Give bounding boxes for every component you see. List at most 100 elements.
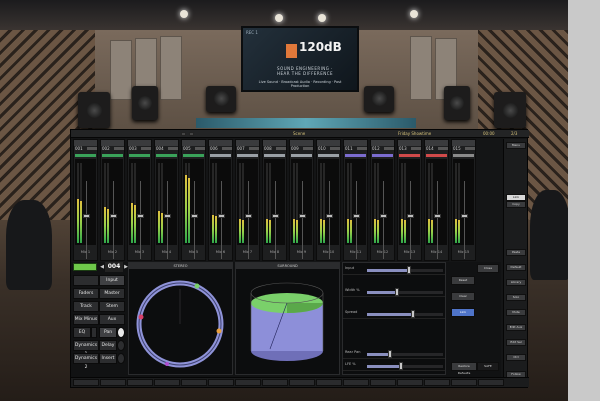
bottom-toolbar-button[interactable] [316,379,342,386]
fader-knob[interactable] [407,214,414,219]
global-button-menu[interactable]: Menu [506,142,526,149]
global-button-mute[interactable]: Mute [506,309,526,316]
tab-eq[interactable]: EQ [73,327,91,338]
fader-knob[interactable] [245,214,252,219]
global-button-copy[interactable]: Copy [506,201,526,208]
fader-knob[interactable] [461,214,468,219]
strip-mute-button[interactable] [335,147,340,150]
global-button-link[interactable]: Link [506,194,526,201]
global-button-edit-sel[interactable]: Edit Sel [506,339,526,346]
channel-strip[interactable]: 004 Mic 4 [154,139,179,261]
fader-knob[interactable] [110,214,117,219]
strip-mute-button[interactable] [119,147,124,150]
tab-dynamics-1[interactable]: Dynamics 1 [73,340,99,357]
channel-strip[interactable]: 013 Mic 13 [397,139,422,261]
channel-strip[interactable]: 008 Mic 8 [262,139,287,261]
fader-knob[interactable] [83,214,90,219]
channel-strip[interactable]: 015 Mic 15 [451,139,476,261]
param-slider-track[interactable] [367,291,443,294]
fader-knob[interactable] [164,214,171,219]
channel-strip[interactable]: 006 Mic 6 [208,139,233,261]
reset-button[interactable]: Reset [451,276,475,285]
tab-mix-minus[interactable]: Mix Minus [73,314,99,325]
tab-input[interactable]: Input [99,275,125,286]
delay-toggle[interactable] [117,340,125,351]
strip-mute-button[interactable] [173,147,178,150]
bottom-toolbar-button[interactable] [451,379,477,386]
pan-point-right[interactable] [216,328,222,334]
clear-button[interactable]: Clear [451,292,475,301]
bottom-toolbar-button[interactable] [235,379,261,386]
strip-mute-button[interactable] [227,147,232,150]
strip-mute-button[interactable] [416,147,421,150]
tab-stem[interactable]: Stem [99,301,125,312]
page-indicator[interactable]: 2/3 [511,130,517,138]
bottom-toolbar-button[interactable] [289,379,315,386]
strip-mute-button[interactable] [470,147,475,150]
param-slider-handle[interactable] [406,266,411,274]
global-button-library[interactable]: Library [506,279,526,286]
strip-mute-button[interactable] [92,147,97,150]
bottom-toolbar-button[interactable] [73,379,99,386]
param-slider-handle[interactable] [387,350,392,358]
nav-next-button[interactable] [189,132,194,136]
tab-aux[interactable]: Aux [99,314,125,325]
bottom-toolbar-button[interactable] [478,379,504,386]
fader-knob[interactable] [434,214,441,219]
bottom-toolbar-button[interactable] [208,379,234,386]
stereo-pan-circle[interactable] [129,269,232,375]
global-button-default[interactable]: Default [506,264,526,271]
param-slider-handle[interactable] [399,362,404,370]
channel-color-indicator[interactable] [73,263,97,271]
fader-knob[interactable] [218,214,225,219]
param-slider-track[interactable] [367,313,443,316]
pan-point-rear[interactable] [165,362,169,366]
bottom-toolbar-button[interactable] [397,379,423,386]
strip-mute-button[interactable] [362,147,367,150]
close-button[interactable]: Close [477,264,499,273]
tab-faders[interactable]: Faders [73,288,99,299]
nav-prev-button[interactable] [181,132,186,136]
channel-strip[interactable]: 009 Mic 9 [289,139,314,261]
channel-link-button[interactable] [73,275,99,286]
channel-strip[interactable]: 001 Mic 1 [73,139,98,261]
strip-mute-button[interactable] [254,147,259,150]
fader-knob[interactable] [191,214,198,219]
param-slider-track[interactable] [367,269,443,272]
tab-master[interactable]: Master [99,288,125,299]
scene-label[interactable]: Scene [293,130,305,138]
fader-knob[interactable] [299,214,306,219]
bottom-toolbar-button[interactable] [127,379,153,386]
bottom-toolbar-button[interactable] [154,379,180,386]
channel-strip[interactable]: 011 Mic 11 [343,139,368,261]
restore-defaults-button[interactable]: Restore Defaults [451,362,477,375]
global-button-paste[interactable]: Paste [506,249,526,256]
channel-strip[interactable]: 014 Mic 14 [424,139,449,261]
fader-knob[interactable] [137,214,144,219]
channel-strip[interactable]: 012 Mic 12 [370,139,395,261]
tab-dynamics-2[interactable]: Dynamics 2 [73,353,99,370]
safe-button[interactable]: SAFE [477,362,499,371]
bottom-toolbar-button[interactable] [181,379,207,386]
param-slider-track[interactable] [367,353,443,356]
tab-track[interactable]: Track [73,301,99,312]
tab-pan[interactable]: Pan [99,327,117,338]
channel-strip[interactable]: 005 Mic 5 [181,139,206,261]
eq-toggle[interactable] [91,327,97,338]
global-button-solo[interactable]: Solo [506,294,526,301]
tab-insert[interactable]: Insert [99,353,117,364]
pan-toggle[interactable] [117,327,125,338]
strip-mute-button[interactable] [146,147,151,150]
fader-knob[interactable] [353,214,360,219]
bottom-toolbar-button[interactable] [424,379,450,386]
global-button-ctrl[interactable]: Ctrl [506,354,526,361]
strip-mute-button[interactable] [281,147,286,150]
strip-mute-button[interactable] [308,147,313,150]
fader-knob[interactable] [272,214,279,219]
param-slider-handle[interactable] [410,310,415,318]
channel-strip[interactable]: 007 Mic 7 [235,139,260,261]
bottom-toolbar-button[interactable] [370,379,396,386]
fader-knob[interactable] [326,214,333,219]
fader-knob[interactable] [380,214,387,219]
strip-mute-button[interactable] [443,147,448,150]
